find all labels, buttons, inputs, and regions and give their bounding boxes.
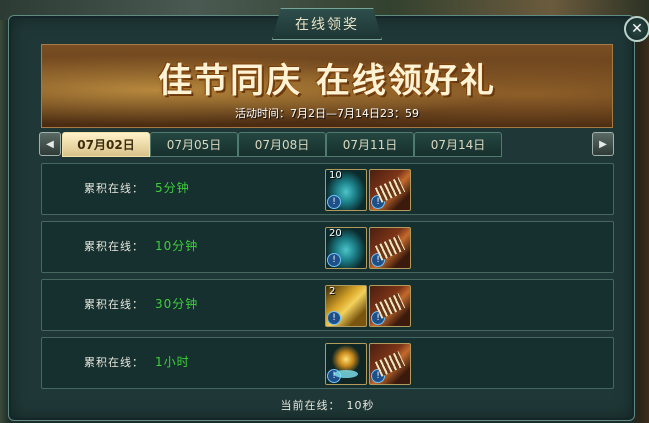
info-icon: ! [371,369,385,383]
row-label: 累积在线： [84,240,144,253]
teal-cloud-icon[interactable]: 20 ! [325,227,367,269]
tab-date-1[interactable]: 07月02日 [62,132,150,157]
info-icon: ! [327,369,341,383]
scroll-icon[interactable]: ! [369,169,411,211]
item-count: 10 [329,170,342,181]
golden-talisman-icon[interactable]: 2 ! [325,285,367,327]
event-banner: 佳节同庆 在线领好礼 活动时间：7月2日—7月14日23：59 [41,44,613,128]
online-time-value: 10秒 [346,399,375,412]
tab-date-2[interactable]: 07月05日 [150,132,238,157]
row-label: 累积在线： [84,356,144,369]
date-tabs: ◀ 07月02日 07月05日 07月08日 07月11日 07月14日 ▶ [39,132,614,157]
info-icon: ! [371,195,385,209]
tab-date-4[interactable]: 07月11日 [326,132,414,157]
online-time-label: 当前在线： [280,399,341,412]
prev-arrow-button[interactable]: ◀ [39,132,61,156]
row-duration: 5分钟 [155,181,190,195]
panel-title: 在线领奖 [272,8,382,40]
row-duration: 1小时 [155,355,190,369]
tab-date-3[interactable]: 07月08日 [238,132,326,157]
scroll-icon[interactable]: ! [369,285,411,327]
reward-row: 累积在线： 5分钟 10 ! ! [41,163,614,215]
reward-row: 累积在线： 30分钟 2 ! ! [41,279,614,331]
info-icon: ! [371,311,385,325]
row-duration: 30分钟 [155,297,199,311]
row-label: 累积在线： [84,298,144,311]
teal-cloud-icon[interactable]: 10 ! [325,169,367,211]
info-icon: ! [327,195,341,209]
info-icon: ! [327,311,341,325]
row-duration: 10分钟 [155,239,199,253]
online-time-status: 当前在线： 10秒 [0,397,649,413]
event-time: 活动时间：7月2日—7月14日23：59 [235,107,419,120]
item-count: 20 [329,228,342,239]
glowing-orb-icon[interactable]: ! [325,343,367,385]
reward-row: 累积在线： 1小时 ! ! [41,337,614,389]
scroll-icon[interactable]: ! [369,343,411,385]
banner-title: 佳节同庆 在线领好礼 [158,61,496,101]
scroll-icon[interactable]: ! [369,227,411,269]
info-icon: ! [327,253,341,267]
reward-row: 累积在线： 10分钟 20 ! ! [41,221,614,273]
info-icon: ! [371,253,385,267]
item-count: 2 [329,286,336,297]
row-label: 累积在线： [84,182,144,195]
tab-date-5[interactable]: 07月14日 [414,132,502,157]
next-arrow-button[interactable]: ▶ [592,132,614,156]
close-button[interactable]: ✕ [624,16,649,42]
